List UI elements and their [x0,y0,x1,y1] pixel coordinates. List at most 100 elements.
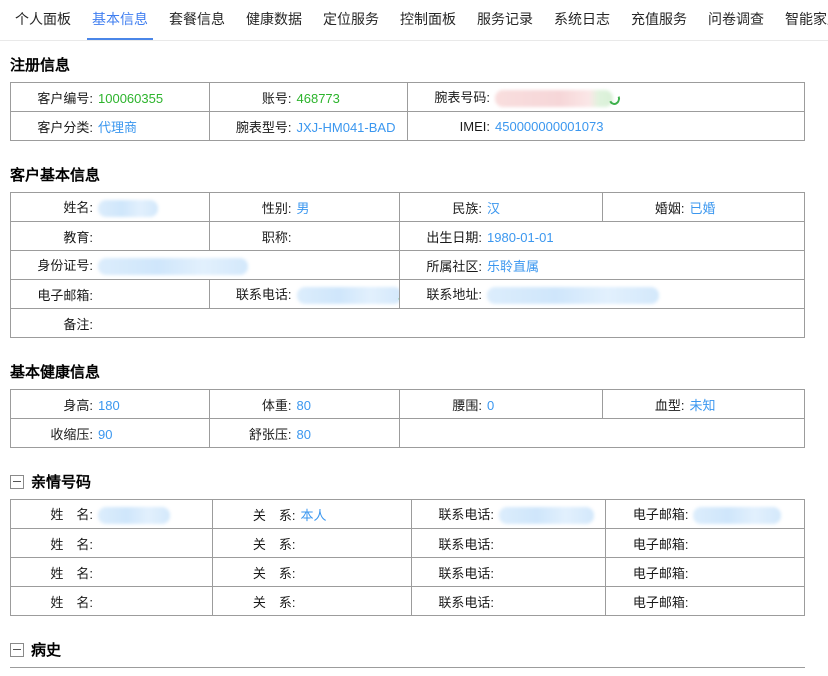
section-title-basic-info: 客户基本信息 [10,164,828,185]
field-value: 100060355 [98,91,163,106]
field-value: 汉 [487,201,500,216]
field-email: 电子邮箱: [11,280,210,309]
field-label: 身份证号: [15,255,93,274]
field-value: 代理商 [98,120,137,135]
tab-health-data[interactable]: 健康数据 [241,9,307,40]
field-imei: IMEI: 450000000001073 [408,112,805,141]
field-watch-model: 腕表型号: JXJ-HM041-BAD [209,112,408,141]
field-label: 教育: [15,227,93,246]
empty-cell [400,419,805,448]
field-marriage: 婚姻:已婚 [602,193,804,222]
field-label: 联系电话: [416,563,494,582]
tab-personal-panel[interactable]: 个人面板 [10,9,76,40]
table-row: 身高: 180 体重:80 腰围: 0 血型: 未知 [11,390,805,419]
field-value: 0 [487,398,494,413]
tab-recharge-service[interactable]: 充值服务 [626,9,692,40]
field-remark: 备注: [11,309,805,338]
field-label: 电子邮箱: [15,285,93,304]
field-birth-date: 出生日期: 1980-01-01 [400,222,805,251]
field-label: 电子邮箱: [610,563,688,582]
table-row: 收缩压: 90 舒张压: 80 [11,419,805,448]
field-customer-category: 客户分类: 代理商 [11,112,210,141]
table-row: 身份证号: 所属社区:乐聆直属 [11,251,805,280]
health-info-table: 身高: 180 体重:80 腰围: 0 血型: 未知 收缩压: 90 舒张压: 80 [10,389,805,448]
field-waist: 腰围: 0 [400,390,602,419]
field-value: 未知 [690,398,716,413]
field-label: 联系电话: [214,284,292,303]
section-title-health-info: 基本健康信息 [10,361,828,382]
field-value: 450000000001073 [495,119,603,134]
tab-smart-home[interactable]: 智能家居 [780,9,828,40]
field-label: 职称: [214,227,292,246]
tab-basic-info[interactable]: 基本信息 [87,9,153,40]
family-numbers-table: 姓 名: 关 系:本人 联系电话: 电子邮箱: 姓 名: 关 系: 联系电话: … [10,499,805,616]
collapse-toggle-icon[interactable] [10,475,24,489]
field-label: 账号: [214,88,292,107]
table-row: 姓名: 性别:男 民族:汉 婚姻:已婚 [11,193,805,222]
field-value: 80 [297,427,311,442]
field-family-relation: 关 系: [213,558,412,587]
collapse-toggle-icon[interactable] [10,643,24,657]
field-label: 腰围: [404,395,482,414]
field-label: 关 系: [217,563,295,582]
field-value: 90 [98,427,112,442]
field-label: 姓 名: [15,563,93,582]
redacted-id-number [98,258,248,275]
field-phone: 联系电话: [209,280,400,309]
field-community: 所属社区:乐聆直属 [400,251,805,280]
field-label: 性别: [214,198,292,217]
section-title-registration: 注册信息 [10,54,828,75]
field-weight: 体重:80 [209,390,400,419]
field-value: 180 [98,398,120,413]
redacted-phone [297,287,400,304]
field-account: 账号: 468773 [209,83,408,112]
field-label: 电子邮箱: [610,504,688,523]
field-label: 备注: [15,314,93,333]
field-family-name: 姓 名: [11,529,213,558]
field-family-phone: 联系电话: [411,500,606,529]
field-label: 舒张压: [214,424,292,443]
field-job-title: 职称: [209,222,400,251]
field-label: 身高: [15,395,93,414]
field-label: 婚姻: [607,198,685,217]
tab-location-service[interactable]: 定位服务 [318,9,384,40]
table-row: 姓 名: 关 系: 联系电话: 电子邮箱: [11,529,805,558]
field-gender: 性别: 男 [209,193,400,222]
field-label: 收缩压: [15,424,93,443]
field-education: 教育: [11,222,210,251]
field-value: 1980-01-01 [487,230,554,245]
tab-system-log[interactable]: 系统日志 [549,9,615,40]
field-customer-no: 客户编号:100060355 [11,83,210,112]
tab-questionnaire[interactable]: 问卷调查 [703,9,769,40]
field-label: 血型: [607,395,685,414]
table-row: 客户分类: 代理商 腕表型号: JXJ-HM041-BAD IMEI: 4500000… [11,112,805,141]
tab-package-info[interactable]: 套餐信息 [164,9,230,40]
field-label: 关 系: [217,592,295,611]
field-label: 体重: [214,395,292,414]
field-family-relation: 关 系: [213,529,412,558]
field-label: 电子邮箱: [610,534,688,553]
field-family-relation: 关 系: [213,587,412,616]
table-row: 备注: [11,309,805,338]
field-family-email: 电子邮箱: [606,587,805,616]
field-value: 男 [297,201,310,216]
tab-control-panel[interactable]: 控制面板 [395,9,461,40]
field-value: 468773 [297,91,340,106]
field-label: 联系电话: [416,534,494,553]
table-row: 教育: 职称: 出生日期: 1980-01-01 [11,222,805,251]
field-family-relation: 关 系:本人 [213,500,412,529]
field-label: 腕表型号: [214,117,292,136]
field-id-number: 身份证号: [11,251,400,280]
field-watch-number: 腕表号码: [408,83,805,112]
field-label: 姓 名: [15,504,93,523]
redacted-family-name [98,507,170,524]
field-label: 客户分类: [15,117,93,136]
tab-service-records[interactable]: 服务记录 [472,9,538,40]
section-title-family-numbers: 亲情号码 [10,471,828,492]
field-label: IMEI: [412,119,490,134]
field-label: 出生日期: [404,227,482,246]
field-family-email: 电子邮箱: [606,529,805,558]
table-row: 姓 名: 关 系: 联系电话: 电子邮箱: [11,587,805,616]
redacted-name [98,200,158,217]
field-value: JXJ-HM041-BAD [297,120,396,135]
